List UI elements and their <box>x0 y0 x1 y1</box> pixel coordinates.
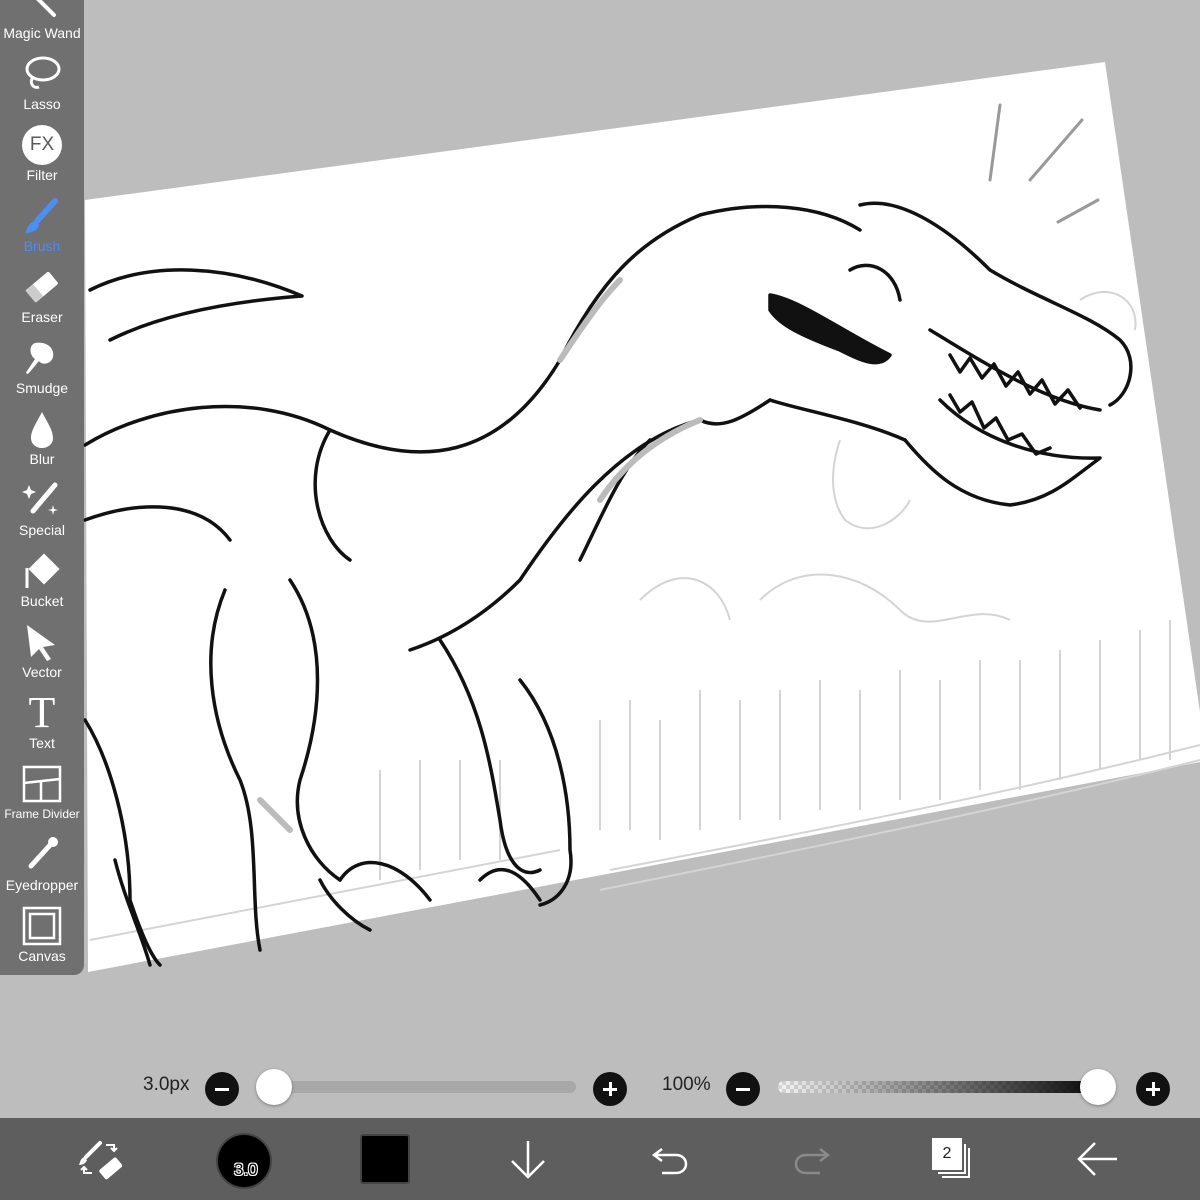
arrow-left-icon <box>1077 1142 1117 1176</box>
tool-label: Eraser <box>21 309 63 325</box>
text-t-icon: T <box>20 691 64 735</box>
brush-size-indicator-text: 3.0 <box>234 1160 258 1179</box>
brush-eraser-swap-icon <box>79 1141 122 1180</box>
size-decrease-button[interactable] <box>205 1072 239 1106</box>
tool-label: Bucket <box>20 593 64 609</box>
tool-text[interactable]: T Text <box>0 686 84 757</box>
tool-eraser[interactable]: Eraser <box>0 260 84 331</box>
tool-label: Special <box>19 522 65 538</box>
current-color-swatch <box>360 1134 410 1184</box>
tool-label: Lasso <box>23 96 61 112</box>
workspace[interactable] <box>0 0 1200 1118</box>
tool-canvas[interactable]: Canvas <box>0 899 84 970</box>
brush-icon <box>20 194 64 238</box>
frame-divider-icon <box>20 762 64 806</box>
arrow-down-icon <box>511 1141 545 1179</box>
layers-stack-icon: 2 <box>932 1138 972 1180</box>
bottom-toolbar: 3.0 2 <box>0 1118 1200 1200</box>
redo-button[interactable] <box>784 1118 840 1200</box>
tool-lasso[interactable]: Lasso <box>0 47 84 118</box>
lasso-icon <box>20 52 64 96</box>
plus-icon-v <box>1151 1082 1155 1096</box>
canvas-icon <box>20 904 64 948</box>
drawing-canvas[interactable] <box>0 0 1200 1118</box>
toolbox-panel: Magic Wand Lasso FX Filter Brush Eraser … <box>0 0 84 975</box>
opacity-slider[interactable] <box>778 1081 1110 1093</box>
brush-slider-bar: 3.0px 100% <box>0 1058 1200 1118</box>
layers-button[interactable]: 2 <box>924 1118 980 1200</box>
tool-label: Canvas <box>18 948 66 964</box>
tool-eyedropper[interactable]: Eyedropper <box>0 828 84 899</box>
back-button[interactable] <box>1068 1118 1128 1200</box>
tool-label: Eyedropper <box>5 877 79 893</box>
color-button[interactable] <box>356 1118 414 1200</box>
fx-filter-icon: FX <box>20 123 64 167</box>
opacity-slider-thumb[interactable] <box>1080 1069 1116 1105</box>
tool-frame-divider[interactable]: Frame Divider <box>0 757 84 828</box>
smudge-icon <box>20 336 64 380</box>
tool-magic-wand[interactable]: Magic Wand <box>0 0 84 47</box>
brush-size-slider[interactable] <box>262 1081 576 1093</box>
tool-label: Smudge <box>15 380 69 396</box>
layer-count: 2 <box>942 1145 952 1162</box>
text-glyph: T <box>28 688 56 737</box>
fx-glyph: FX <box>29 134 55 155</box>
tool-special[interactable]: Special <box>0 473 84 544</box>
tool-bucket[interactable]: Bucket <box>0 544 84 615</box>
brush-size-button[interactable]: 3.0 <box>210 1118 274 1200</box>
tool-label: Blur <box>29 451 55 467</box>
redo-icon <box>794 1148 831 1175</box>
tool-filter[interactable]: FX Filter <box>0 118 84 189</box>
blur-drop-icon <box>20 407 64 451</box>
tool-label: Vector <box>22 664 62 680</box>
opacity-value: 100% <box>662 1074 711 1095</box>
brush-size-value: 3.0px <box>143 1074 190 1095</box>
opacity-decrease-button[interactable] <box>726 1072 760 1106</box>
undo-icon <box>651 1148 688 1175</box>
undo-button[interactable] <box>642 1118 698 1200</box>
minus-icon <box>215 1087 229 1091</box>
bucket-icon <box>20 549 64 593</box>
vector-arrow-icon <box>20 620 64 664</box>
special-sparkle-icon <box>20 478 64 522</box>
brush-size-slider-thumb[interactable] <box>256 1069 292 1105</box>
tool-smudge[interactable]: Smudge <box>0 331 84 402</box>
tool-label: Text <box>29 735 55 751</box>
size-increase-button[interactable] <box>593 1072 627 1106</box>
eraser-icon <box>20 265 64 309</box>
magic-wand-icon <box>20 0 64 25</box>
tool-label: Magic Wand <box>3 25 81 41</box>
eyedropper-icon <box>20 833 64 877</box>
tool-brush[interactable]: Brush <box>0 189 84 260</box>
plus-icon-v <box>608 1082 612 1096</box>
quick-switch-button[interactable] <box>70 1118 130 1200</box>
save-down-button[interactable] <box>500 1118 556 1200</box>
tool-blur[interactable]: Blur <box>0 402 84 473</box>
minus-icon <box>736 1087 750 1091</box>
tool-vector[interactable]: Vector <box>0 615 84 686</box>
tool-label: Filter <box>26 167 58 183</box>
opacity-increase-button[interactable] <box>1136 1072 1170 1106</box>
tool-label: Frame Divider <box>4 807 80 821</box>
tool-label: Brush <box>23 238 61 254</box>
